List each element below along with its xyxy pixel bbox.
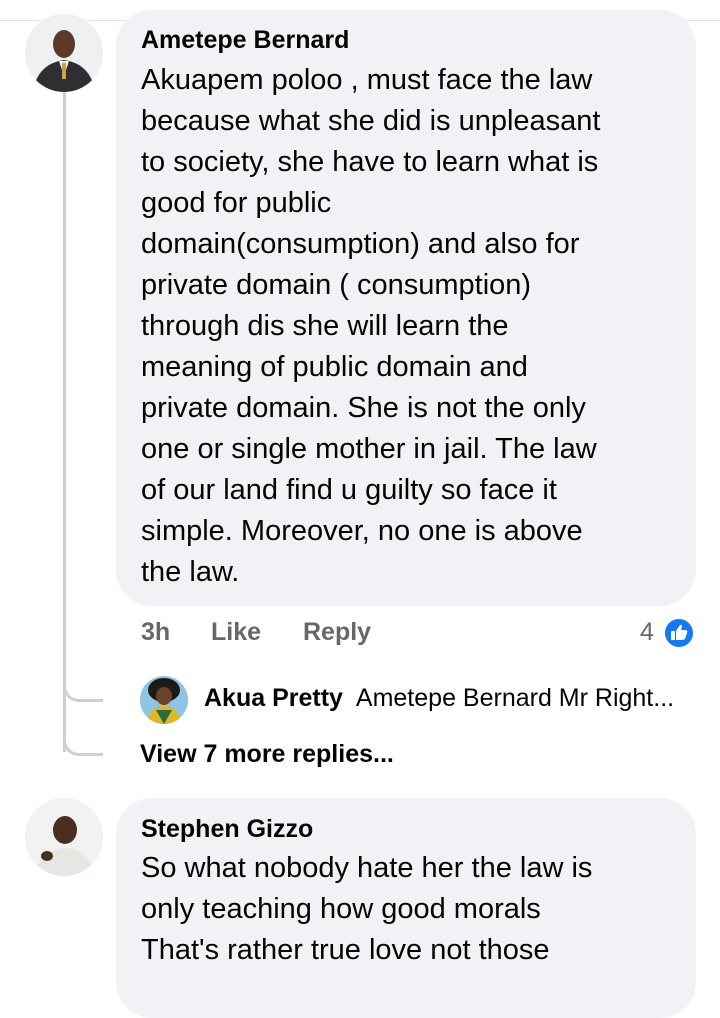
- avatar-ametepe-bernard-picture: [25, 14, 103, 92]
- comment-text-line: to society, she have to learn what is: [141, 146, 599, 178]
- comment-text-line: through dis she will learn the: [141, 310, 509, 342]
- reply-connector-elbow: [63, 684, 103, 702]
- comment-body-text: So what nobody hate her the law is only …: [141, 848, 592, 971]
- avatar-ametepe-bernard[interactable]: [25, 14, 103, 92]
- comment-text-line: because what she did is unpleasant: [141, 105, 601, 137]
- avatar-stephen-gizzo[interactable]: [25, 798, 103, 876]
- comment-text-line: domain(consumption) and also for: [141, 228, 580, 260]
- comment-text-line: of our land find u guilty so face it: [141, 474, 557, 506]
- comment-author-name[interactable]: Stephen Gizzo: [141, 815, 313, 844]
- comment-author-name[interactable]: Ametepe Bernard: [141, 26, 349, 55]
- comment-text-line: the law.: [141, 556, 240, 588]
- like-button[interactable]: Like: [211, 618, 261, 647]
- reaction-count[interactable]: 4: [640, 618, 654, 647]
- comment-text-line: private domain ( consumption): [141, 269, 532, 301]
- reply-button[interactable]: Reply: [303, 618, 371, 647]
- comment-timestamp[interactable]: 3h: [141, 618, 170, 647]
- reply-author-name[interactable]: Akua Pretty: [204, 684, 343, 712]
- view-more-connector-elbow: [63, 738, 103, 756]
- avatar-akua-pretty[interactable]: [140, 676, 188, 724]
- comment-text-line: good for public: [141, 187, 332, 219]
- like-thumb-icon[interactable]: [663, 617, 695, 649]
- comment-text-line: Akuapem poloo , must face the law: [141, 64, 593, 96]
- reply-preview-text: Ametepe Bernard Mr Right...: [355, 684, 675, 712]
- thread-connector-line: [63, 92, 66, 752]
- comment-text-line: So what nobody hate her the law is: [141, 852, 593, 884]
- view-more-replies-link[interactable]: View 7 more replies...: [140, 740, 394, 769]
- comment-text-line: meaning of public domain and: [141, 351, 528, 383]
- comment-text-line: simple. Moreover, no one is above: [141, 515, 583, 547]
- comment-text-line: only teaching how good morals: [141, 893, 541, 925]
- comment-text-line: That's rather true love not those: [141, 934, 550, 966]
- avatar-akua-pretty-picture: [140, 676, 188, 724]
- avatar-stephen-gizzo-picture: [25, 798, 103, 876]
- comment-body-text: Akuapem poloo , must face the law becaus…: [141, 60, 600, 593]
- reply-preview[interactable]: Akua Pretty Ametepe Bernard Mr Right...: [204, 684, 686, 713]
- comment-text-line: one or single mother in jail. The law: [141, 433, 597, 465]
- comment-text-line: private domain. She is not the only: [141, 392, 586, 424]
